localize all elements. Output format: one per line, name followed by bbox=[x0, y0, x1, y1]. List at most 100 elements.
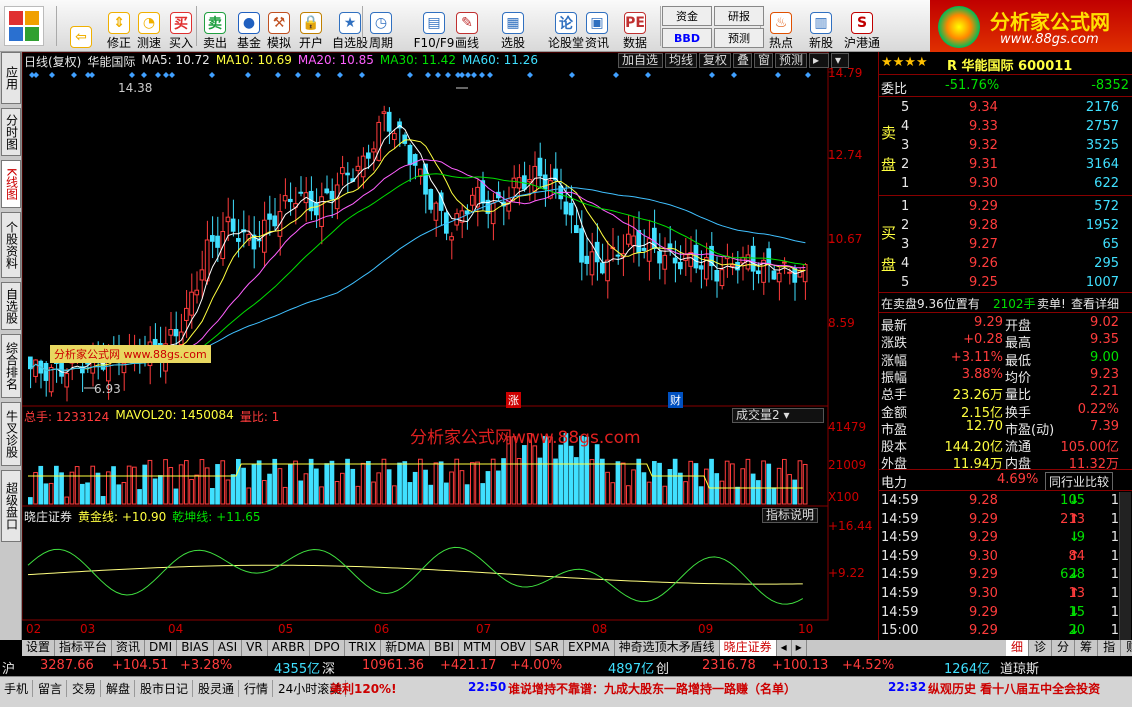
candle-body[interactable] bbox=[28, 356, 33, 370]
sell-button[interactable]: 卖卖出 bbox=[200, 4, 230, 50]
indicator-tab-1[interactable]: 指标平台 bbox=[55, 640, 113, 656]
status-item-3[interactable]: 解盘 bbox=[106, 680, 136, 697]
candle-body[interactable] bbox=[298, 191, 304, 194]
chart-btn-3[interactable]: 叠 bbox=[733, 53, 752, 68]
status-item-6[interactable]: 行情 bbox=[244, 680, 274, 697]
candle-body[interactable] bbox=[730, 264, 735, 267]
sell-level-row[interactable]: 5 9.34 2176 bbox=[879, 99, 1132, 117]
candle-body[interactable] bbox=[672, 257, 678, 264]
industry-compare-button[interactable]: 同行业比较 bbox=[1045, 472, 1114, 491]
candle-body[interactable] bbox=[698, 265, 704, 270]
candle-body[interactable] bbox=[428, 189, 434, 210]
candle-body[interactable] bbox=[282, 195, 288, 202]
candle-body[interactable] bbox=[267, 213, 272, 220]
quote-tab-4[interactable]: 指 bbox=[1098, 640, 1122, 656]
brand-banner[interactable]: 分析家公式网 www.88gs.com bbox=[930, 0, 1132, 52]
candle-body[interactable] bbox=[563, 201, 569, 215]
candle-body[interactable] bbox=[43, 362, 49, 381]
candle-body[interactable] bbox=[626, 233, 631, 245]
candle-body[interactable] bbox=[168, 329, 174, 336]
fund-button[interactable]: ● 基金 bbox=[234, 4, 264, 50]
candle-body[interactable] bbox=[381, 111, 387, 114]
up-down-arrow-button[interactable]: ⇕ 修正 bbox=[104, 4, 134, 50]
status-item-4[interactable]: 股市日记 bbox=[140, 680, 194, 697]
document-button[interactable]: ▤ F10/F9 bbox=[412, 4, 456, 50]
quote-tab-1[interactable]: 诊 bbox=[1029, 640, 1053, 656]
candle-body[interactable] bbox=[433, 202, 439, 221]
period-label[interactable]: 日线(复权) bbox=[24, 53, 81, 69]
candle-body[interactable] bbox=[272, 215, 278, 227]
big-order-notice[interactable]: 在卖盘9.36位置有 2102手 卖单! 查看详细 bbox=[879, 294, 1132, 312]
chart-btn-1[interactable]: 均线 bbox=[665, 53, 697, 68]
candle-body[interactable] bbox=[615, 254, 621, 257]
candle-body[interactable] bbox=[386, 111, 392, 132]
buy-level-row[interactable]: 5 9.25 1007 bbox=[879, 274, 1132, 292]
news-button[interactable]: ▣ 资讯 bbox=[582, 4, 612, 50]
indicator-tab-8[interactable]: DPO bbox=[310, 640, 345, 656]
buy-button[interactable]: 买买入 bbox=[166, 4, 196, 50]
indicator-name-label[interactable]: 晓庄证券 bbox=[24, 508, 72, 524]
candle-body[interactable] bbox=[371, 148, 376, 153]
indicator-tab-11[interactable]: BBI bbox=[430, 640, 460, 656]
candle-body[interactable] bbox=[683, 254, 688, 261]
candle-body[interactable] bbox=[678, 261, 683, 270]
left-tab-0[interactable]: 应用 bbox=[1, 52, 21, 104]
indicator-tab-15[interactable]: EXPMA bbox=[564, 640, 615, 656]
status-item-2[interactable]: 交易 bbox=[72, 680, 102, 697]
back-arrow-button[interactable]: ⇦ bbox=[62, 4, 100, 50]
candle-body[interactable] bbox=[568, 202, 574, 216]
indicator-tab-0[interactable]: 设置 bbox=[22, 640, 56, 656]
indicator-tab-9[interactable]: TRIX bbox=[345, 640, 382, 656]
notice-detail-link[interactable]: 查看详细 bbox=[1071, 295, 1119, 312]
candle-body[interactable] bbox=[204, 239, 210, 282]
candle-body[interactable] bbox=[407, 144, 413, 165]
sz-index[interactable]: 10961.36 bbox=[362, 658, 424, 673]
candle-body[interactable] bbox=[589, 251, 595, 276]
candle-body[interactable] bbox=[184, 307, 189, 321]
candle-body[interactable] bbox=[771, 270, 777, 280]
candle-body[interactable] bbox=[402, 134, 408, 144]
tab-scroll-left-icon[interactable]: ◂ bbox=[777, 640, 792, 656]
quote-tab-5[interactable]: 财 bbox=[1121, 640, 1132, 656]
candle-body[interactable] bbox=[776, 272, 782, 283]
status-item-1[interactable]: 留言 bbox=[38, 680, 68, 697]
status-item-5[interactable]: 股灵通 bbox=[198, 680, 240, 697]
candle-body[interactable] bbox=[782, 261, 787, 264]
candle-body[interactable] bbox=[412, 154, 418, 166]
candle-body[interactable] bbox=[288, 198, 293, 203]
candle-body[interactable] bbox=[220, 231, 226, 260]
candle-body[interactable] bbox=[324, 188, 330, 194]
candle-body[interactable] bbox=[584, 255, 590, 264]
candle-body[interactable] bbox=[714, 269, 720, 282]
kline-chart[interactable]: 日线(复权) 华能国际 MA5: 10.72 MA10: 10.69 MA20:… bbox=[22, 52, 878, 640]
clock-button[interactable]: ◷ 周期 bbox=[366, 4, 396, 50]
candle-body[interactable] bbox=[574, 225, 579, 234]
candle-body[interactable] bbox=[194, 289, 200, 296]
buy-level-row[interactable]: 4 9.26 295 bbox=[879, 255, 1132, 273]
indicator-tab-16[interactable]: 神奇选顶木矛盾线 bbox=[615, 640, 720, 656]
promo-text[interactable]: 美利120%! bbox=[330, 680, 397, 697]
candle-body[interactable] bbox=[516, 177, 522, 189]
chart-btn-5[interactable]: 预测 bbox=[775, 53, 807, 68]
yanbao-button[interactable]: 研报 bbox=[714, 6, 764, 26]
yuce-button[interactable]: 预测 bbox=[714, 28, 764, 48]
sell-level-row[interactable]: 1 9.30 622 bbox=[879, 175, 1132, 193]
lock-button[interactable]: 🔒 开户 bbox=[296, 4, 326, 50]
candle-body[interactable] bbox=[605, 259, 610, 282]
candle-body[interactable] bbox=[631, 235, 636, 247]
sell-level-row[interactable]: 3 9.32 3525 bbox=[879, 137, 1132, 155]
indicator-tab-10[interactable]: 新DMA bbox=[381, 640, 431, 656]
candle-body[interactable] bbox=[360, 155, 366, 178]
candle-body[interactable] bbox=[641, 247, 647, 251]
candle-body[interactable] bbox=[48, 367, 54, 393]
candle-body[interactable] bbox=[340, 167, 345, 175]
zijin-button[interactable]: 资金 bbox=[662, 6, 712, 26]
candle-body[interactable] bbox=[64, 373, 70, 388]
cy-index[interactable]: 2316.78 bbox=[702, 658, 756, 673]
cai-event-marker[interactable]: 财 bbox=[668, 392, 683, 408]
chart-arrow-button[interactable]: ▸ bbox=[809, 53, 829, 68]
candle-body[interactable] bbox=[225, 216, 231, 223]
candle-body[interactable] bbox=[329, 190, 335, 200]
left-tab-2[interactable]: K线图 bbox=[1, 160, 21, 208]
left-tab-4[interactable]: 自选股 bbox=[1, 282, 21, 330]
